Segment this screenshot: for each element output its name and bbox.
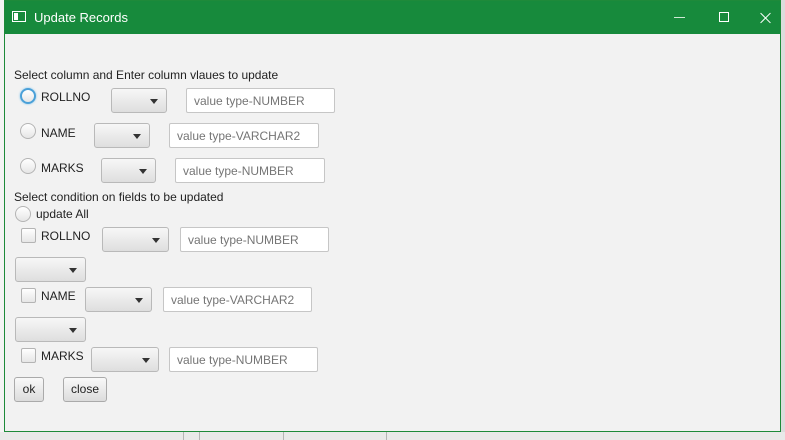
chevron-down-icon [69,328,77,333]
chevron-down-icon [142,358,150,363]
update-records-dialog: Update Records Select column and Enter c… [4,0,781,432]
condition-marks-label: MARKS [41,349,84,363]
update-name-radio[interactable] [20,123,36,139]
update-marks-value-input[interactable] [175,158,325,183]
close-button[interactable]: close [63,377,107,402]
condition-name-label: NAME [41,289,76,303]
background-divider [199,432,200,440]
close-window-button[interactable] [743,1,785,34]
condition-join-select-1[interactable] [15,257,86,282]
update-rollno-value-input[interactable] [186,88,335,113]
update-rollno-select[interactable] [111,88,167,113]
chevron-down-icon [69,268,77,273]
update-marks-label: MARKS [41,161,84,175]
condition-join-select-2[interactable] [15,317,86,342]
chevron-down-icon [139,169,147,174]
background-divider [386,432,387,440]
update-marks-select[interactable] [101,158,156,183]
condition-name-operator-select[interactable] [85,287,152,312]
condition-rollno-label: ROLLNO [41,229,91,243]
update-marks-radio[interactable] [20,158,36,174]
background-divider [283,432,284,440]
app-window-icon [12,11,26,22]
condition-marks-checkbox[interactable] [21,348,36,363]
chevron-down-icon [152,238,160,243]
minimize-button[interactable] [657,1,702,34]
update-name-value-input[interactable] [169,123,319,148]
background-app-bottom [0,432,785,440]
update-rollno-radio[interactable] [20,88,36,104]
update-name-label: NAME [41,126,76,140]
update-name-select[interactable] [94,123,150,148]
condition-name-value-input[interactable] [163,287,312,312]
condition-marks-operator-select[interactable] [91,347,159,372]
condition-rollno-value-input[interactable] [180,227,329,252]
background-divider [183,432,184,440]
chevron-down-icon [133,134,141,139]
maximize-button[interactable] [702,1,747,34]
condition-rollno-operator-select[interactable] [102,227,169,252]
condition-name-checkbox[interactable] [21,288,36,303]
update-section-heading: Select column and Enter column vlaues to… [14,68,279,82]
title-bar[interactable]: Update Records [5,1,780,34]
condition-rollno-checkbox[interactable] [21,228,36,243]
chevron-down-icon [135,298,143,303]
update-all-label: update All [36,207,89,221]
update-all-radio[interactable] [15,206,31,222]
chevron-down-icon [150,99,158,104]
condition-marks-value-input[interactable] [169,347,318,372]
window-title: Update Records [34,10,128,25]
ok-button[interactable]: ok [14,377,44,402]
condition-section-heading: Select condition on fields to be updated [14,190,224,204]
update-rollno-label: ROLLNO [41,90,91,104]
